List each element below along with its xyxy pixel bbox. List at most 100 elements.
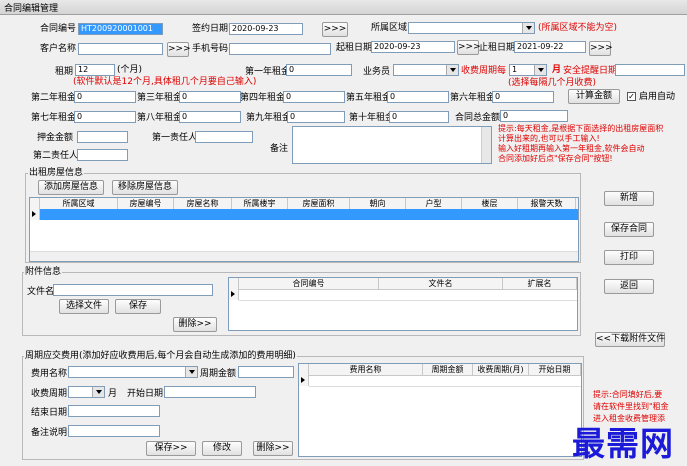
- salesman-select[interactable]: [393, 64, 459, 76]
- customer-label: 客户名称: [40, 44, 77, 54]
- deposit-input[interactable]: [77, 131, 128, 143]
- fees-section-title: 周期应交费用(添加好应收费用后,每个月会自动生成添加的费用明细): [24, 350, 297, 362]
- rent5-input[interactable]: 0: [387, 91, 449, 103]
- sign-date-label: 签约日期: [192, 24, 229, 34]
- customer-select-button[interactable]: >>>: [167, 42, 191, 57]
- total-amount-label: 合同总金额: [455, 113, 501, 123]
- edit-fee-button[interactable]: 修改: [202, 441, 242, 456]
- resp2-label: 第二责任人: [33, 151, 79, 161]
- calc-amount-button[interactable]: 计算金额: [568, 89, 620, 104]
- file-name-input[interactable]: [53, 284, 213, 296]
- term-unit: (个月): [117, 65, 143, 75]
- col-house-name: 房屋名称: [174, 198, 232, 209]
- resp2-input[interactable]: [77, 149, 128, 161]
- add-house-button[interactable]: 添加房屋信息: [38, 180, 104, 195]
- table-row[interactable]: [309, 375, 581, 387]
- fee-end-label: 结束日期: [31, 408, 68, 418]
- fee-remark-input[interactable]: [68, 425, 160, 437]
- start-date-input[interactable]: 2020-09-23: [371, 41, 455, 53]
- customer-input[interactable]: [78, 43, 163, 55]
- tip-rent: 提示:每天租金,是根据下面选择的出租房屋面积 计算出来的,也可以手工输入! 输入…: [498, 124, 664, 163]
- row-indicator-icon: [299, 375, 309, 386]
- col-fee-name: 费用名称: [309, 364, 423, 375]
- period-amount-label: 周期金额: [200, 369, 237, 379]
- resp1-input[interactable]: [195, 131, 253, 143]
- grid-corner: [30, 198, 40, 209]
- fee-remark-label: 备注说明: [31, 428, 68, 438]
- rent1-input[interactable]: 0: [286, 64, 352, 76]
- rental-house-grid[interactable]: 所属区域 房屋编号 房屋名称 所属楼宇 房屋面积 朝向 户型 楼层 报警天数: [29, 197, 579, 262]
- region-label: 所属区域: [371, 23, 408, 33]
- fee-cycle-select[interactable]: [92, 386, 105, 398]
- col-area: 房屋面积: [288, 198, 350, 209]
- chevron-down-icon: [185, 367, 197, 377]
- fee-cycle-input[interactable]: [68, 386, 94, 398]
- term-input[interactable]: 12: [75, 64, 115, 76]
- delete-attachment-button[interactable]: 删除>>: [173, 317, 217, 332]
- rent8-input[interactable]: 0: [179, 111, 241, 123]
- remove-house-button[interactable]: 移除房屋信息: [112, 180, 178, 195]
- sign-date-input[interactable]: 2020-09-23: [229, 23, 303, 35]
- remark-label: 备注: [270, 144, 289, 154]
- chevron-down-icon: [446, 65, 458, 75]
- col-file-name: 文件名: [379, 278, 503, 289]
- fee-name-label: 费用名称: [31, 369, 68, 379]
- table-row[interactable]: [239, 289, 577, 301]
- col-layout: 户型: [406, 198, 462, 209]
- rent2-input[interactable]: 0: [74, 91, 136, 103]
- col-building: 所属楼宇: [232, 198, 288, 209]
- phone-input[interactable]: [229, 43, 331, 55]
- period-amount-input[interactable]: [238, 366, 294, 378]
- remark-textarea[interactable]: [292, 126, 492, 164]
- rent9-input[interactable]: 0: [287, 111, 345, 123]
- auto-enable-checkbox[interactable]: ✓: [627, 92, 636, 101]
- select-file-button[interactable]: 选择文件: [59, 299, 109, 314]
- start-date-picker-button[interactable]: >>>: [457, 40, 481, 55]
- region-note: (所属区域不能为空): [538, 23, 618, 33]
- rent4-input[interactable]: 0: [283, 91, 345, 103]
- rent7-label: 第七年租金: [31, 113, 77, 123]
- remind-date-input[interactable]: [615, 64, 685, 76]
- rent3-input[interactable]: 0: [179, 91, 241, 103]
- rent7-input[interactable]: 0: [74, 111, 136, 123]
- table-row[interactable]: [40, 209, 578, 220]
- fee-cycle-label: 收费周期: [31, 389, 68, 399]
- back-button[interactable]: 返回: [604, 279, 654, 294]
- save-fee-button[interactable]: 保存>>: [146, 441, 196, 456]
- rental-grid-hscrollbar[interactable]: [30, 251, 578, 261]
- save-attachment-button[interactable]: 保存: [115, 299, 161, 314]
- save-contract-button[interactable]: 保存合同: [604, 222, 654, 237]
- chevron-down-icon: [522, 23, 534, 33]
- end-date-picker-button[interactable]: >>>: [589, 41, 613, 56]
- end-date-label: 止租日期: [479, 43, 516, 53]
- window-titlebar: 合同编辑管理: [0, 0, 687, 15]
- print-button[interactable]: 打印: [604, 250, 654, 265]
- rent6-input[interactable]: 0: [492, 91, 554, 103]
- cycle-unit: 月: [552, 65, 562, 75]
- total-amount-input[interactable]: 0: [500, 110, 568, 122]
- fees-grid[interactable]: 费用名称 周期金额 收费周期(月) 开始日期: [298, 363, 582, 457]
- fee-start-input[interactable]: [164, 386, 256, 398]
- region-select[interactable]: [408, 22, 535, 34]
- rent6-label: 第六年租金: [450, 93, 496, 103]
- cycle-label: 收费周期每: [461, 66, 507, 76]
- contract-no-input[interactable]: HT200920001001: [78, 23, 163, 35]
- salesman-label: 业务员: [363, 67, 391, 77]
- col-orientation: 朝向: [350, 198, 406, 209]
- fee-end-input[interactable]: [68, 405, 160, 417]
- auto-enable-label: 启用自动: [639, 92, 676, 102]
- end-date-input[interactable]: 2021-09-22: [514, 41, 586, 53]
- delete-fee-button[interactable]: 删除>>: [253, 441, 293, 456]
- fee-name-select[interactable]: [68, 366, 198, 378]
- sign-date-picker-button[interactable]: >>>: [322, 22, 348, 37]
- rent10-input[interactable]: 0: [389, 111, 449, 123]
- rent5-label: 第五年租金: [346, 93, 392, 103]
- site-watermark: 最需网: [572, 424, 674, 463]
- remark-scrollbar[interactable]: [481, 127, 491, 163]
- attachment-grid[interactable]: 合同编号 文件名 扩展名: [228, 277, 578, 331]
- cycle-value: 1: [512, 65, 518, 74]
- download-attachment-button[interactable]: <<下载附件文件: [595, 332, 665, 347]
- new-button[interactable]: 新增: [604, 191, 654, 206]
- attachment-section-title: 附件信息: [24, 266, 63, 278]
- cycle-select[interactable]: 1: [509, 64, 547, 76]
